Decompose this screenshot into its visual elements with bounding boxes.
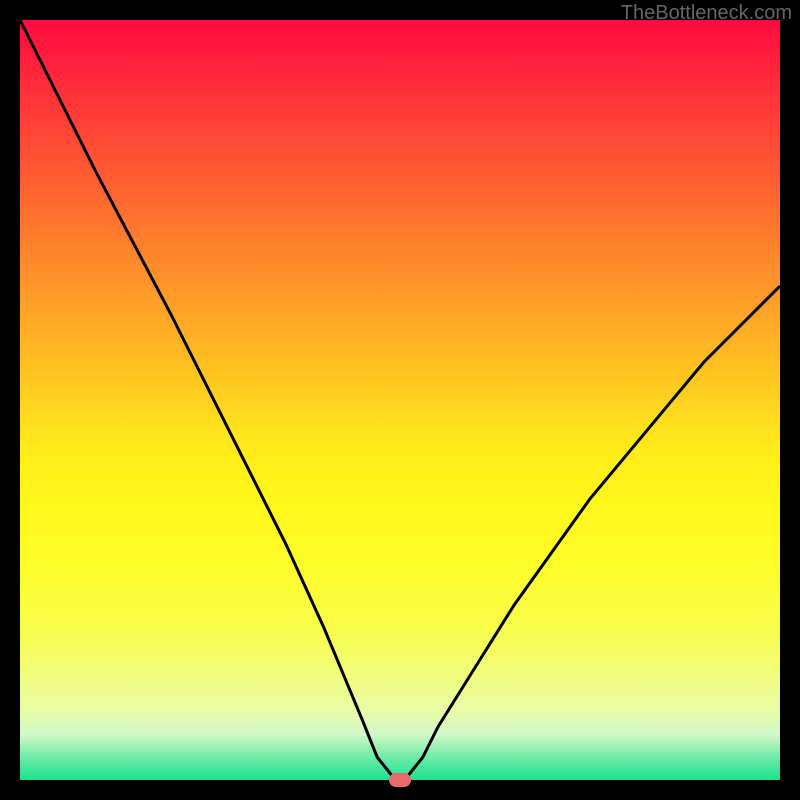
optimum-marker	[389, 773, 411, 787]
watermark-text: TheBottleneck.com	[621, 2, 792, 25]
chart-plot-area	[20, 20, 780, 780]
chart-curve-svg	[20, 20, 780, 780]
bottleneck-curve	[20, 20, 780, 780]
